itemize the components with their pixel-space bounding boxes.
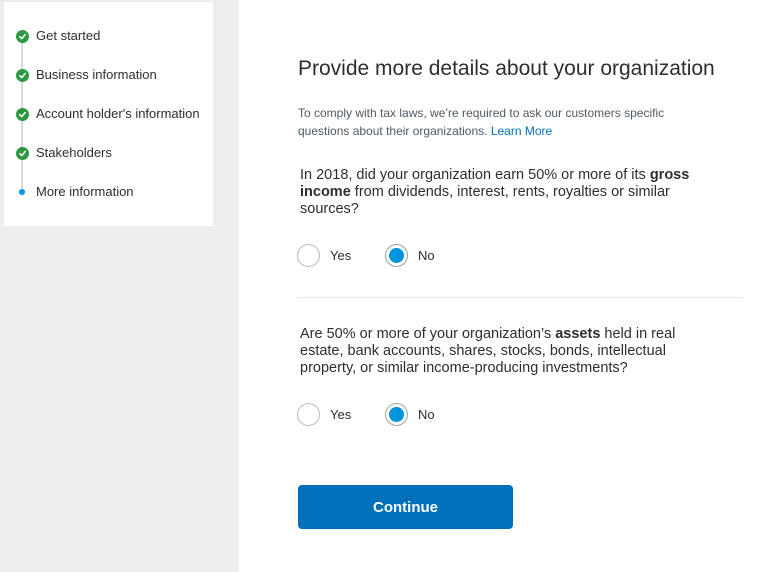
question-text: Are 50% or more of your organization’s — [300, 326, 556, 342]
radio-no[interactable]: No — [385, 403, 435, 426]
step-label: Account holder's information — [36, 106, 200, 121]
question-text: from dividends, interest, rents, royalti… — [300, 184, 670, 217]
step-get-started: Get started — [4, 26, 213, 46]
step-account-holder-information: Account holder's information — [4, 104, 213, 124]
divider — [297, 297, 743, 298]
step-business-information: Business information — [4, 65, 213, 85]
intro-text: To comply with tax laws, we’re required … — [298, 104, 718, 140]
step-label: More information — [36, 184, 134, 199]
check-circle-icon — [15, 146, 29, 160]
radio-circle-selected[interactable] — [385, 244, 408, 267]
step-label: Get started — [36, 28, 101, 43]
radio-yes[interactable]: Yes — [297, 403, 351, 426]
radio-circle-selected[interactable] — [385, 403, 408, 426]
radio-no[interactable]: No — [385, 244, 435, 267]
progress-stepper: Get started Business information Account… — [4, 2, 213, 226]
question-emphasis: assets — [555, 326, 601, 342]
radio-label: No — [418, 248, 435, 263]
learn-more-link[interactable]: Learn More — [491, 124, 552, 138]
question-assets: Are 50% or more of your organization’s a… — [300, 326, 700, 377]
radio-label: Yes — [330, 407, 352, 422]
question-gross-income: In 2018, did your organization earn 50% … — [300, 167, 700, 218]
continue-button[interactable]: Continue — [298, 485, 513, 529]
check-circle-icon — [15, 107, 29, 121]
step-label: Business information — [36, 67, 157, 82]
question-text: In 2018, did your organization earn 50% … — [300, 167, 650, 183]
dot-icon — [15, 185, 29, 199]
step-stakeholders: Stakeholders — [4, 143, 213, 163]
radio-circle[interactable] — [297, 403, 320, 426]
step-label: Stakeholders — [36, 145, 112, 160]
check-circle-icon — [15, 68, 29, 82]
step-more-information: More information — [4, 182, 213, 202]
main-card: Provide more details about your organiza… — [239, 0, 759, 572]
page-title: Provide more details about your organiza… — [298, 57, 715, 80]
radio-label: No — [418, 407, 435, 422]
intro-body: To comply with tax laws, we’re required … — [298, 106, 665, 138]
radio-yes[interactable]: Yes — [297, 244, 351, 267]
check-circle-icon — [15, 29, 29, 43]
radio-circle[interactable] — [297, 244, 320, 267]
radio-label: Yes — [330, 248, 352, 263]
